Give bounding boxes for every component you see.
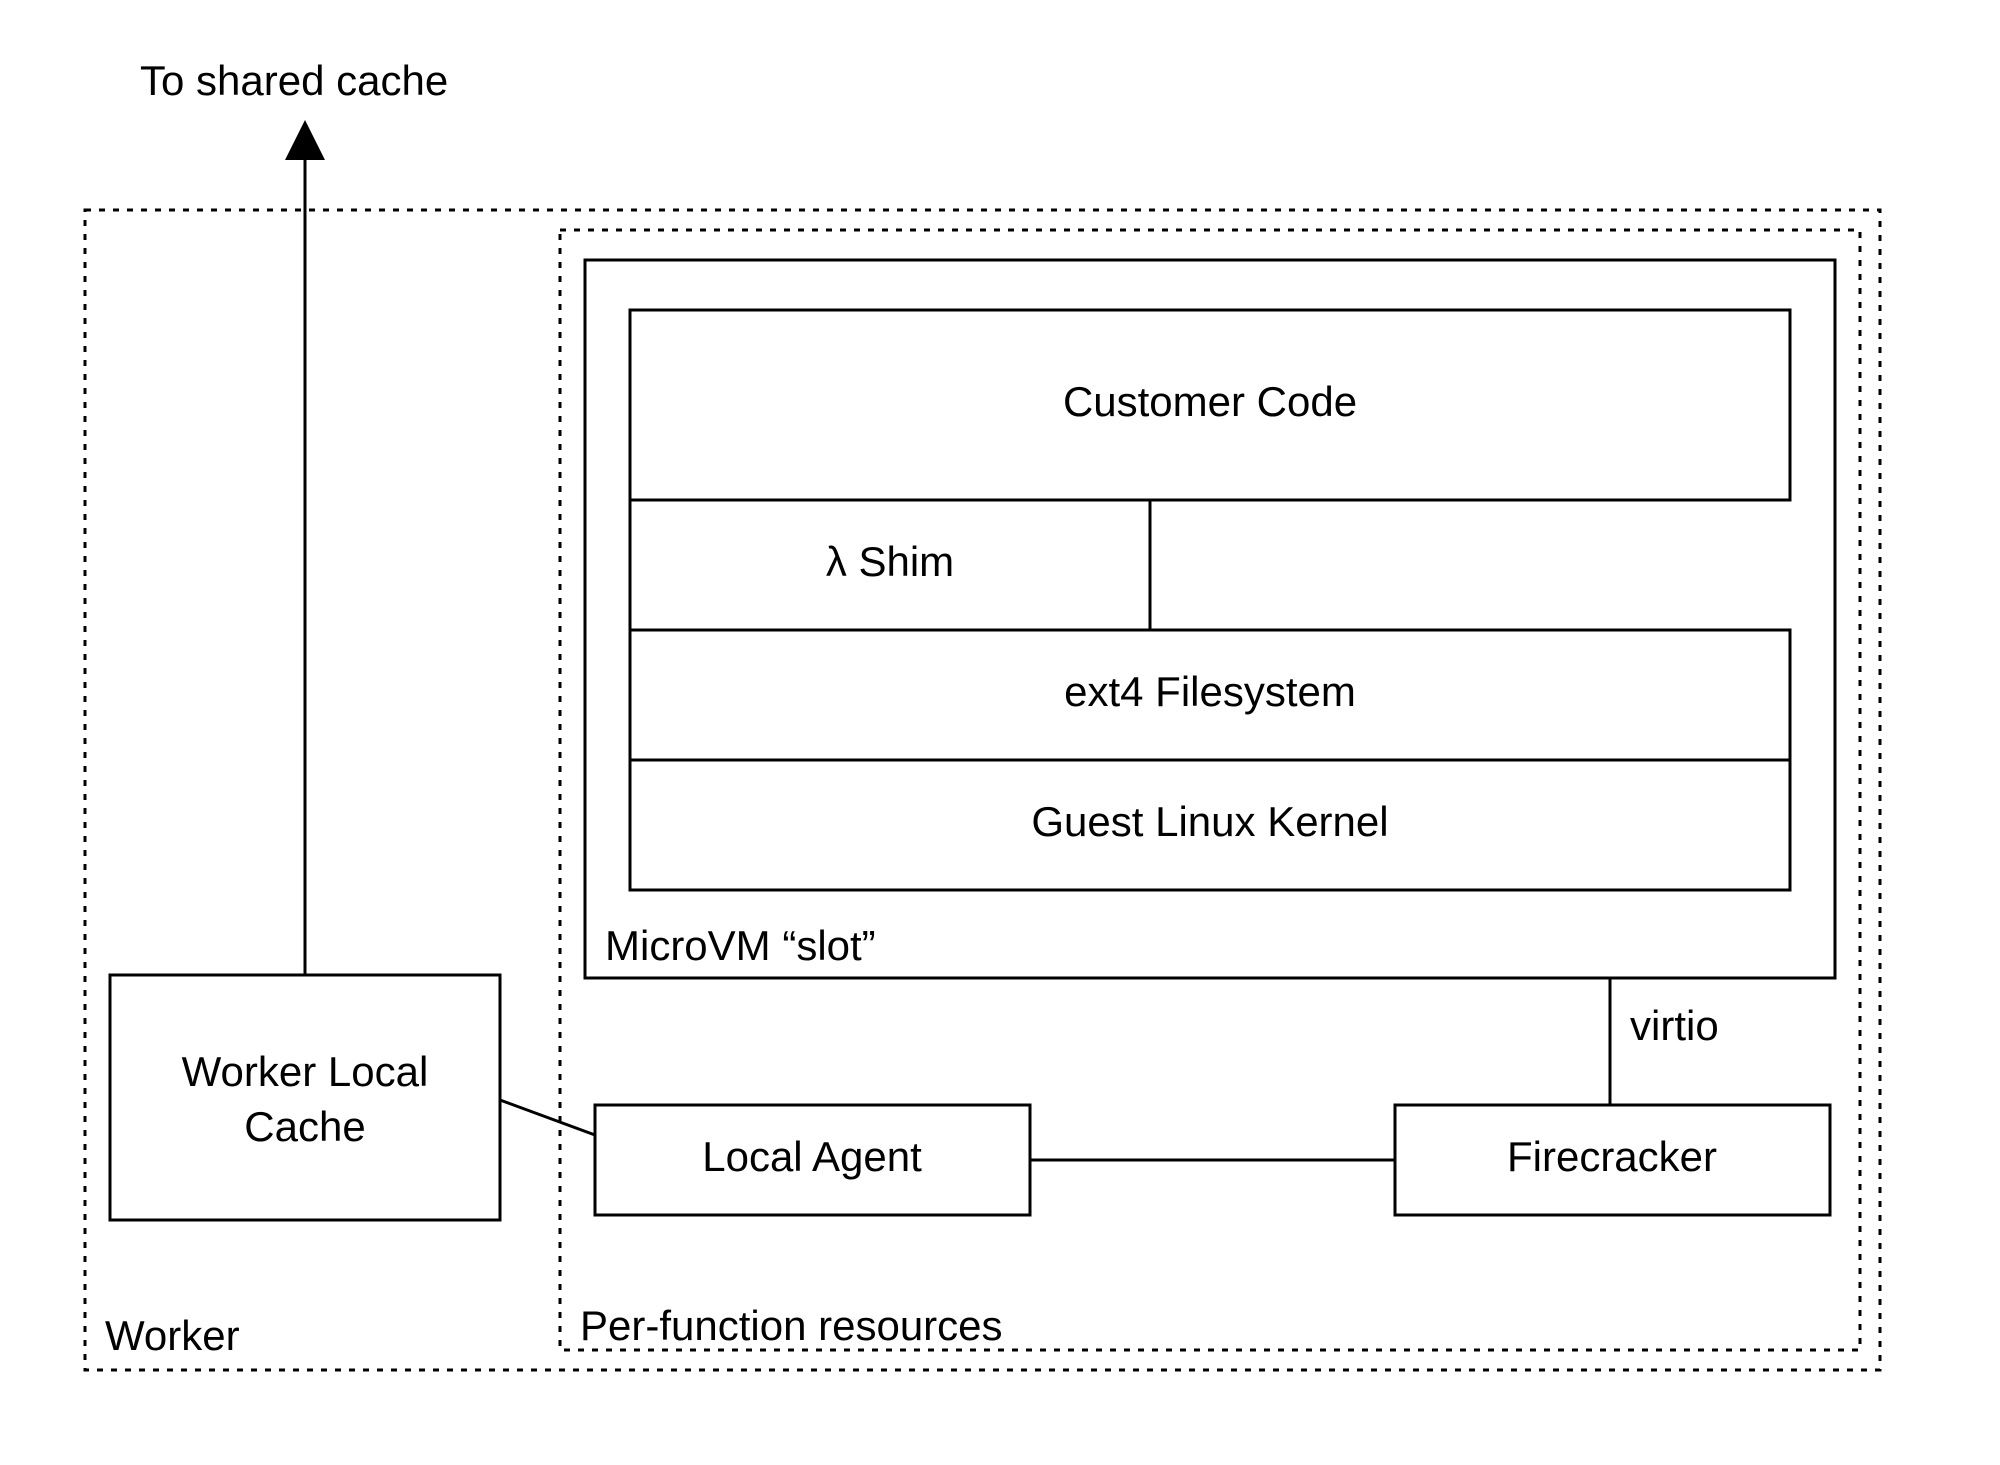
microvm-slot-label: MicroVM “slot” bbox=[605, 922, 876, 969]
architecture-diagram: Worker Per-function resources MicroVM “s… bbox=[0, 0, 2000, 1465]
worker-local-cache-label-l2: Cache bbox=[244, 1103, 365, 1150]
to-shared-cache-label: To shared cache bbox=[140, 57, 448, 104]
worker-label: Worker bbox=[105, 1312, 240, 1359]
lambda-shim-label: λ Shim bbox=[826, 538, 954, 585]
guest-linux-kernel-label: Guest Linux Kernel bbox=[1031, 798, 1388, 845]
worker-local-cache-box bbox=[110, 975, 500, 1220]
cache-arrow-head bbox=[285, 120, 325, 160]
firecracker-label: Firecracker bbox=[1507, 1133, 1717, 1180]
worker-local-cache-label-l1: Worker Local bbox=[182, 1048, 429, 1095]
virtio-label: virtio bbox=[1630, 1002, 1719, 1049]
customer-code-label: Customer Code bbox=[1063, 378, 1357, 425]
ext4-filesystem-label: ext4 Filesystem bbox=[1064, 668, 1356, 715]
local-agent-label: Local Agent bbox=[702, 1133, 922, 1180]
per-function-label: Per-function resources bbox=[580, 1302, 1003, 1349]
cache-localagent-connector bbox=[500, 1100, 595, 1135]
